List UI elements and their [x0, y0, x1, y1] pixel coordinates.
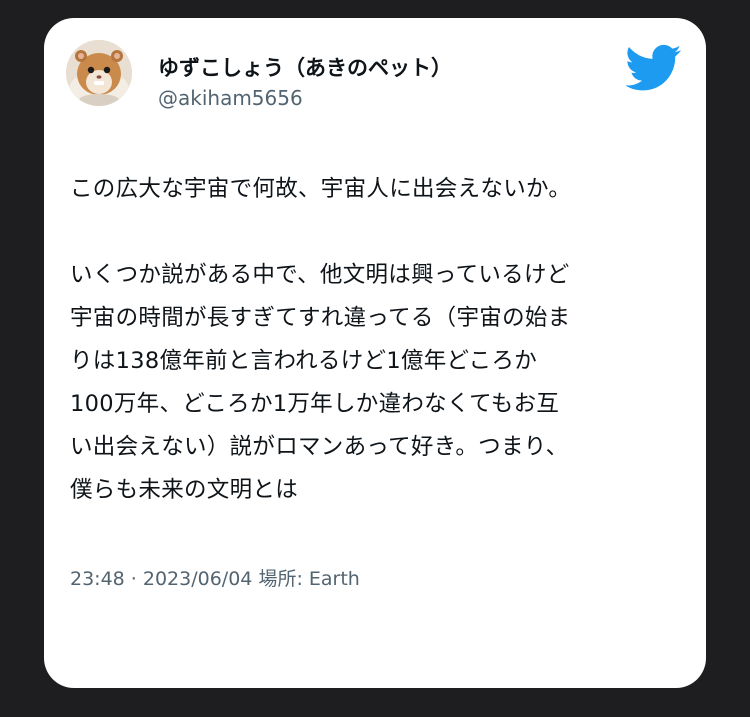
tweet-line-blank — [70, 211, 700, 254]
tweet-line: い出会えない）説がロマンあって好き。つまり、 — [70, 434, 569, 460]
author-handle[interactable]: @akiham5656 — [158, 86, 303, 110]
tweet-body: この広大な宇宙で何故、宇宙人に出会えないか。 いくつか説がある中で、他文明は興っ… — [70, 168, 700, 512]
tweet-card: ゆずこしょう（あきのペット） @akiham5656 この広大な宇宙で何故、宇宙… — [44, 18, 706, 688]
hamster-avatar-icon[interactable] — [66, 40, 132, 106]
author-display-name[interactable]: ゆずこしょう（あきのペット） — [158, 52, 452, 82]
tweet-line: 僕らも未来の文明とは — [70, 477, 299, 503]
tweet-meta: 23:48 · 2023/06/04 場所: Earth — [70, 564, 360, 591]
tweet-line: りは138億年前と言われるけど1億年どころか — [70, 348, 538, 374]
tweet-line: いくつか説がある中で、他文明は興っているけど — [70, 262, 570, 288]
tweet-location-label: 場所: — [258, 568, 303, 590]
tweet-line: 100万年、どころか1万年しか違わなくてもお互 — [70, 391, 560, 417]
tweet-location: Earth — [308, 568, 360, 590]
tweet-line: 宇宙の時間が長すぎてすれ違ってる（宇宙の始ま — [70, 305, 571, 331]
twitter-bird-icon — [625, 44, 682, 92]
tweet-line: この広大な宇宙で何故、宇宙人に出会えないか。 — [70, 176, 572, 202]
tweet-timestamp[interactable]: 23:48 · 2023/06/04 — [70, 568, 252, 590]
